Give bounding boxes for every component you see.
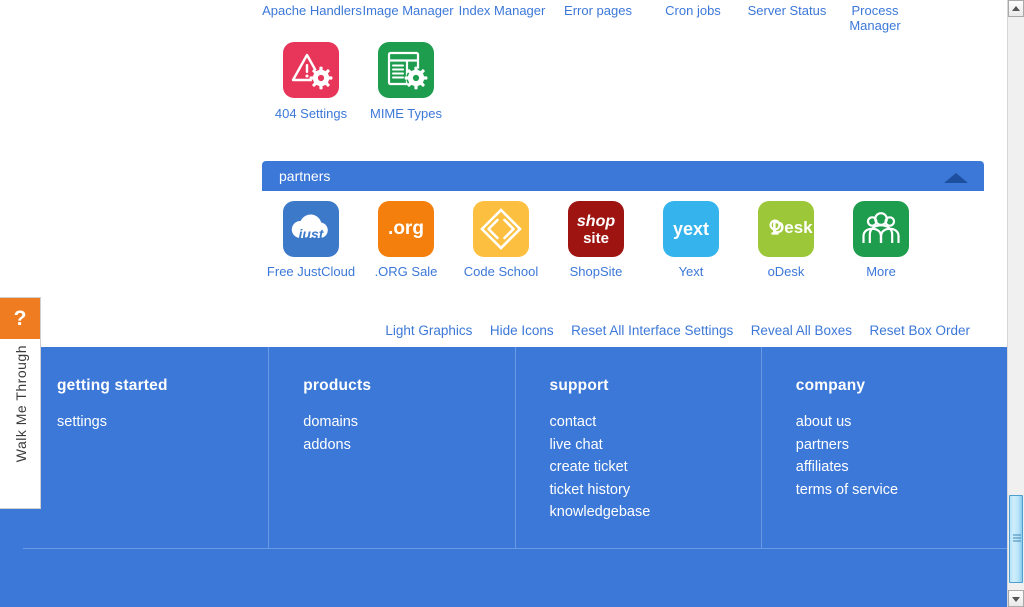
footer-link-live-chat[interactable]: live chat	[550, 434, 761, 457]
interface-settings-bar: Light Graphics Hide Icons Reset All Inte…	[262, 322, 984, 346]
top-nav-label: Cron jobs	[665, 3, 721, 18]
footer-heading: support	[549, 377, 609, 394]
footer-link-domains[interactable]: domains	[303, 411, 514, 434]
walk-me-through-label-wrap: Walk Me Through	[0, 339, 41, 508]
scroll-thumb[interactable]	[1009, 495, 1023, 583]
scroll-up-arrow-icon[interactable]	[1008, 0, 1024, 17]
top-nav-item-cron-jobs[interactable]: Cron jobs	[643, 3, 743, 18]
partner-code-school[interactable]: Code School	[456, 201, 546, 279]
footer-heading: products	[303, 377, 372, 394]
top-nav-item-server-status[interactable]: Server Status	[737, 3, 837, 18]
justcloud-wordmark: just	[298, 226, 324, 242]
partner-label: oDesk	[767, 264, 805, 279]
top-nav-label: Index Manager	[458, 3, 546, 18]
warning-gear-icon	[283, 42, 339, 98]
footer-column-getting-started: getting started settings	[23, 347, 270, 548]
shopsite-icon: shop site	[568, 201, 624, 257]
partner-label: Free JustCloud	[266, 264, 356, 279]
footer-link-contact[interactable]: contact	[550, 411, 761, 434]
footer-heading: getting started	[57, 377, 168, 394]
partner-shopsite[interactable]: shop site ShopSite	[551, 201, 641, 279]
partner-yext[interactable]: yext Yext	[646, 201, 736, 279]
org-wordmark: .org	[388, 218, 424, 239]
top-nav-label: Error pages	[564, 3, 632, 18]
footer-link-settings[interactable]: settings	[57, 411, 268, 434]
partner-label: ShopSite	[569, 264, 623, 279]
shopsite-wordmark-line1: shop	[576, 213, 616, 230]
footer-link-affiliates[interactable]: affiliates	[796, 456, 1007, 479]
footer-link-partners[interactable]: partners	[796, 434, 1007, 457]
top-nav-item-index-manager[interactable]: Index Manager	[452, 3, 552, 18]
footer-column-products: products domains addons	[269, 347, 516, 548]
tile-404-settings[interactable]: 404 Settings	[266, 42, 356, 121]
top-nav-item-error-pages[interactable]: Error pages	[548, 3, 648, 18]
footer-link-create-ticket[interactable]: create ticket	[550, 456, 761, 479]
top-nav-label: Apache Handlers	[262, 3, 362, 18]
walk-me-through-label: Walk Me Through	[12, 345, 29, 463]
scroll-thumb-grip	[1013, 534, 1021, 544]
footer-link-list: contact live chat create ticket ticket h…	[550, 411, 761, 524]
partner-free-justcloud[interactable]: just Free JustCloud	[266, 201, 356, 279]
walk-me-through-tab[interactable]: ? Walk Me Through	[0, 297, 41, 509]
vertical-scrollbar[interactable]	[1007, 0, 1024, 607]
site-footer: getting started settings products domain…	[0, 347, 1007, 607]
partner-org-sale[interactable]: .org .ORG Sale	[361, 201, 451, 279]
footer-link-about-us[interactable]: about us	[796, 411, 1007, 434]
partner-label: Yext	[678, 264, 704, 279]
shopsite-wordmark-line2: site	[583, 230, 609, 247]
partner-label: Code School	[463, 264, 539, 279]
footer-link-ticket-history[interactable]: ticket history	[550, 479, 761, 502]
top-nav-item-apache-handlers[interactable]: Apache Handlers	[262, 3, 362, 18]
link-hide-icons[interactable]: Hide Icons	[490, 323, 554, 338]
footer-link-addons[interactable]: addons	[303, 434, 514, 457]
footer-columns: getting started settings products domain…	[23, 347, 1007, 549]
odesk-icon: Desk	[758, 201, 814, 257]
partners-panel-header[interactable]: partners	[262, 161, 984, 191]
top-nav-label: Server Status	[747, 3, 827, 18]
footer-column-company: company about us partners affiliates ter…	[762, 347, 1007, 548]
help-question-icon[interactable]: ?	[0, 298, 40, 339]
footer-link-list: domains addons	[303, 411, 514, 456]
partners-panel-title: partners	[279, 168, 331, 184]
partners-panel-body: just Free JustCloud .org .ORG Sale Code …	[262, 191, 984, 296]
link-reset-all-interface-settings[interactable]: Reset All Interface Settings	[571, 323, 733, 338]
partner-label: More	[866, 264, 896, 279]
partner-label: .ORG Sale	[374, 264, 438, 279]
yext-wordmark: yext	[672, 219, 710, 239]
chevron-up-icon[interactable]	[944, 173, 968, 183]
footer-column-support: support contact live chat create ticket …	[516, 347, 762, 548]
code-diamond-icon	[473, 201, 529, 257]
link-reveal-all-boxes[interactable]: Reveal All Boxes	[751, 323, 852, 338]
people-group-icon	[853, 201, 909, 257]
partner-odesk[interactable]: Desk oDesk	[741, 201, 831, 279]
org-domain-icon: .org	[378, 201, 434, 257]
footer-link-knowledgebase[interactable]: knowledgebase	[550, 501, 761, 524]
tile-label: 404 Settings	[274, 106, 348, 121]
link-reset-box-order[interactable]: Reset Box Order	[869, 323, 970, 338]
odesk-wordmark: Desk	[772, 218, 813, 237]
top-nav-label: Image Manager	[362, 3, 454, 18]
top-nav-label: Process Manager	[849, 3, 901, 33]
footer-link-list: settings	[57, 411, 268, 434]
top-nav-item-image-manager[interactable]: Image Manager	[358, 3, 458, 18]
justcloud-cloud-icon: just	[283, 201, 339, 257]
top-icon-nav: Apache Handlers Image Manager Index Mana…	[262, 0, 984, 38]
document-gear-icon	[378, 42, 434, 98]
scroll-down-arrow-icon[interactable]	[1008, 590, 1024, 607]
footer-heading: company	[795, 377, 866, 394]
footer-link-terms-of-service[interactable]: terms of service	[796, 479, 1007, 502]
page-root: Apache Handlers Image Manager Index Mana…	[0, 0, 1024, 607]
link-light-graphics[interactable]: Light Graphics	[385, 323, 472, 338]
tile-mime-types[interactable]: MIME Types	[361, 42, 451, 121]
top-nav-item-process-manager[interactable]: Process Manager	[835, 3, 915, 33]
yext-icon: yext	[663, 201, 719, 257]
footer-link-list: about us partners affiliates terms of se…	[796, 411, 1007, 501]
tile-label: MIME Types	[369, 106, 442, 121]
partner-more[interactable]: More	[836, 201, 926, 279]
partners-panel: partners just Free JustCloud .org .ORG S…	[262, 161, 984, 296]
